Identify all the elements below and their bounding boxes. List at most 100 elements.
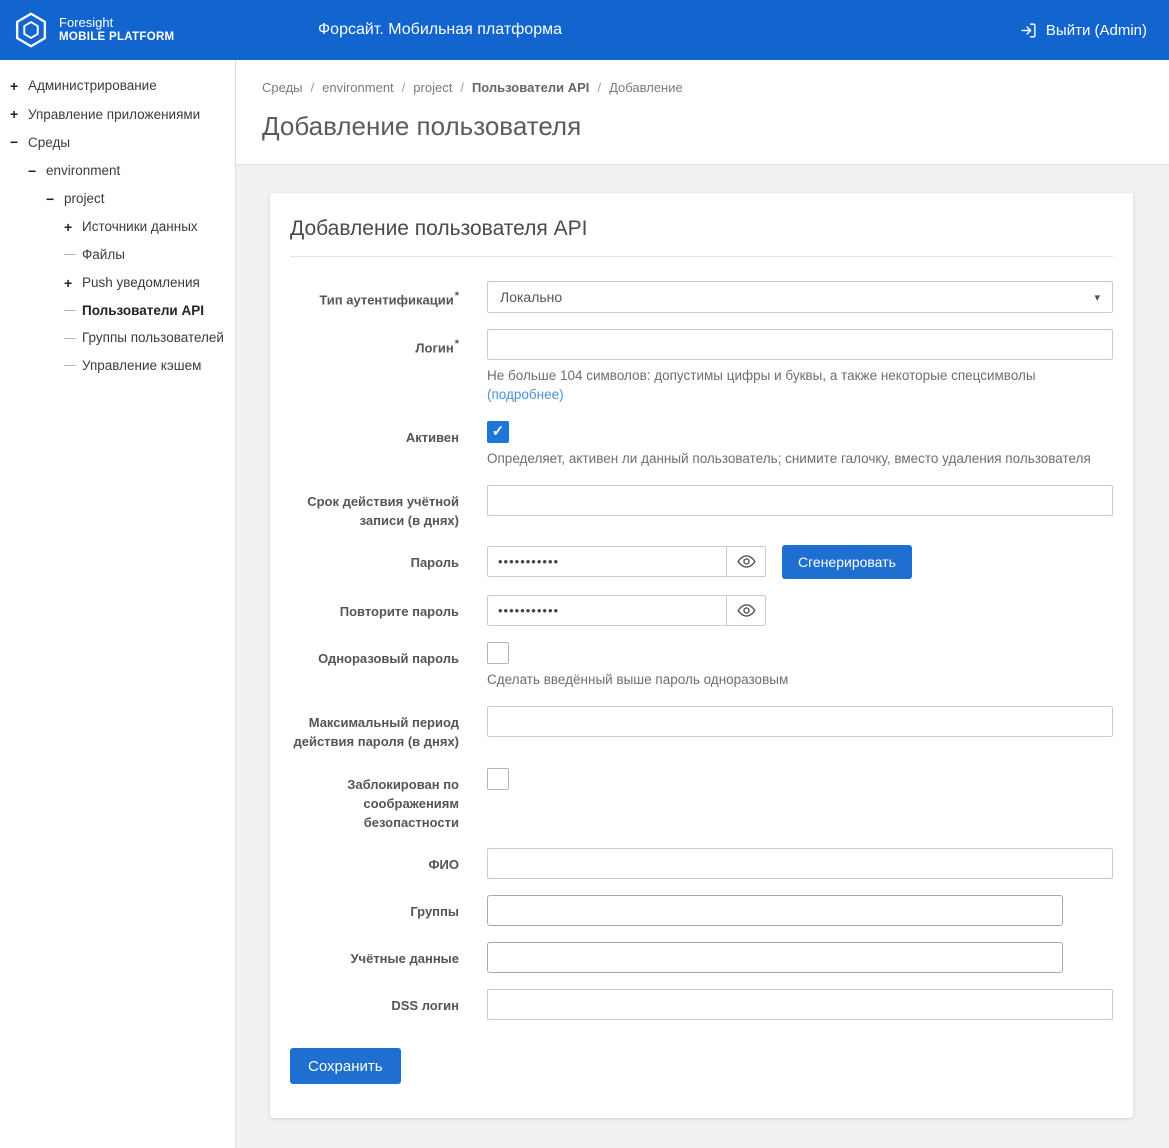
add-api-user-form: Добавление пользователя API Тип аутентиф…: [270, 193, 1133, 1118]
sidebar-item-user-groups[interactable]: Группы пользователей: [0, 324, 235, 352]
app-logo: Foresight MOBILE PLATFORM: [12, 11, 174, 49]
page-header: Среды / environment / project / Пользова…: [236, 60, 1169, 165]
sidebar-item-api-users[interactable]: Пользователи API: [0, 297, 235, 325]
form-title: Добавление пользователя API: [290, 215, 1113, 257]
blocked-checkbox[interactable]: [487, 768, 509, 790]
sidebar-item-project[interactable]: − project: [0, 185, 235, 213]
content-area: Добавление пользователя API Тип аутентиф…: [236, 165, 1169, 1148]
password-label: Пароль: [290, 546, 459, 579]
breadcrumb: Среды / environment / project / Пользова…: [262, 80, 1143, 95]
password-input[interactable]: [487, 546, 727, 577]
form-row-password-repeat: Повторите пароль: [290, 595, 1113, 626]
collapse-icon[interactable]: −: [46, 190, 60, 208]
tree-branch-line: [64, 310, 76, 311]
required-mark: *: [455, 290, 459, 302]
form-row-groups: Группы: [290, 895, 1113, 926]
form-row-auth-type: Тип аутентификации* Локально ▾: [290, 281, 1113, 313]
chevron-down-icon: ▾: [1094, 291, 1100, 304]
logout-button[interactable]: Выйти (Admin): [1020, 22, 1147, 39]
check-icon: ✓: [492, 424, 505, 439]
foresight-logo-icon: [12, 11, 50, 49]
tree-branch-line: [64, 254, 76, 255]
one-time-password-label: Одноразовый пароль: [290, 642, 459, 690]
form-row-login: Логин* Не больше 104 символов: допустимы…: [290, 329, 1113, 405]
collapse-icon[interactable]: −: [10, 133, 24, 151]
active-label: Активен: [290, 421, 459, 469]
form-row-validity: Срок действия учётной записи (в днях): [290, 485, 1113, 531]
password-repeat-input[interactable]: [487, 595, 727, 626]
sidebar-item-environment[interactable]: − environment: [0, 157, 235, 185]
form-row-max-password-period: Максимальный период действия пароля (в д…: [290, 706, 1113, 752]
active-help: Определяет, активен ли данный пользовате…: [487, 450, 1113, 469]
form-row-full-name: ФИО: [290, 848, 1113, 879]
expand-icon[interactable]: +: [10, 105, 24, 123]
sidebar-item-administration[interactable]: + Администрирование: [0, 72, 235, 100]
breadcrumb-separator: /: [311, 80, 315, 95]
required-mark: *: [455, 338, 459, 350]
blocked-label: Заблокирован по соображениям безопастнос…: [290, 768, 459, 833]
breadcrumb-item-environments[interactable]: Среды: [262, 80, 303, 95]
sidebar-item-data-sources[interactable]: + Источники данных: [0, 213, 235, 241]
auth-type-label: Тип аутентификации*: [290, 281, 459, 313]
app-title: Форсайт. Мобильная платформа: [318, 21, 562, 39]
login-help: Не больше 104 символов: допустимы цифры …: [487, 367, 1113, 405]
dss-login-label: DSS логин: [290, 989, 459, 1020]
form-row-blocked: Заблокирован по соображениям безопастнос…: [290, 768, 1113, 833]
tree-branch-line: [64, 338, 76, 339]
full-name-label: ФИО: [290, 848, 459, 879]
page-title: Добавление пользователя: [262, 111, 1143, 142]
max-password-period-label: Максимальный период действия пароля (в д…: [290, 706, 459, 752]
breadcrumb-separator: /: [402, 80, 406, 95]
one-time-password-checkbox[interactable]: [487, 642, 509, 664]
credentials-input[interactable]: [487, 942, 1063, 973]
form-row-password: Пароль: [290, 546, 1113, 579]
validity-input[interactable]: [487, 485, 1113, 516]
sidebar-item-files[interactable]: Файлы: [0, 241, 235, 269]
main-area: Среды / environment / project / Пользова…: [236, 60, 1169, 1148]
form-row-credentials: Учётные данные: [290, 942, 1113, 973]
form-row-active: Активен ✓ Определяет, активен ли данный …: [290, 421, 1113, 469]
collapse-icon[interactable]: −: [28, 162, 42, 180]
sidebar-item-app-management[interactable]: + Управление приложениями: [0, 100, 235, 128]
groups-input[interactable]: [487, 895, 1063, 926]
password-repeat-label: Повторите пароль: [290, 595, 459, 626]
form-row-one-time-password: Одноразовый пароль Сделать введённый выш…: [290, 642, 1113, 690]
breadcrumb-item-api-users[interactable]: Пользователи API: [472, 80, 589, 95]
generate-password-button[interactable]: Сгенерировать: [782, 545, 912, 579]
expand-icon[interactable]: +: [64, 218, 78, 236]
app-header: Foresight MOBILE PLATFORM Форсайт. Мобил…: [0, 0, 1169, 60]
show-password-button[interactable]: [727, 546, 766, 577]
full-name-input[interactable]: [487, 848, 1113, 879]
form-row-dss-login: DSS логин: [290, 989, 1113, 1020]
show-password-button[interactable]: [727, 595, 766, 626]
groups-label: Группы: [290, 895, 459, 926]
credentials-label: Учётные данные: [290, 942, 459, 973]
breadcrumb-separator: /: [597, 80, 601, 95]
expand-icon[interactable]: +: [10, 77, 24, 95]
tree-branch-line: [64, 365, 76, 366]
logo-subtitle: MOBILE PLATFORM: [59, 31, 174, 45]
eye-icon: [737, 601, 756, 620]
expand-icon[interactable]: +: [64, 274, 78, 292]
active-checkbox[interactable]: ✓: [487, 421, 509, 443]
breadcrumb-item-project[interactable]: project: [413, 80, 452, 95]
login-label: Логин*: [290, 329, 459, 405]
sidebar-item-cache-management[interactable]: Управление кэшем: [0, 352, 235, 380]
save-button[interactable]: Сохранить: [290, 1048, 401, 1084]
validity-label: Срок действия учётной записи (в днях): [290, 485, 459, 531]
logout-label: Выйти (Admin): [1046, 22, 1147, 39]
logout-icon: [1020, 22, 1037, 39]
max-password-period-input[interactable]: [487, 706, 1113, 737]
login-input[interactable]: [487, 329, 1113, 360]
sidebar-item-push-notifications[interactable]: + Push уведомления: [0, 269, 235, 297]
breadcrumb-separator: /: [460, 80, 464, 95]
breadcrumb-item-environment[interactable]: environment: [322, 80, 394, 95]
details-link[interactable]: (подробнее): [487, 387, 564, 402]
dss-login-input[interactable]: [487, 989, 1113, 1020]
eye-icon: [737, 552, 756, 571]
breadcrumb-item-add: Добавление: [609, 80, 683, 95]
sidebar-item-environments[interactable]: − Среды: [0, 128, 235, 156]
sidebar: + Администрирование + Управление приложе…: [0, 60, 236, 1148]
one-time-password-help: Сделать введённый выше пароль одноразовы…: [487, 671, 1113, 690]
auth-type-select[interactable]: Локально ▾: [487, 281, 1113, 313]
